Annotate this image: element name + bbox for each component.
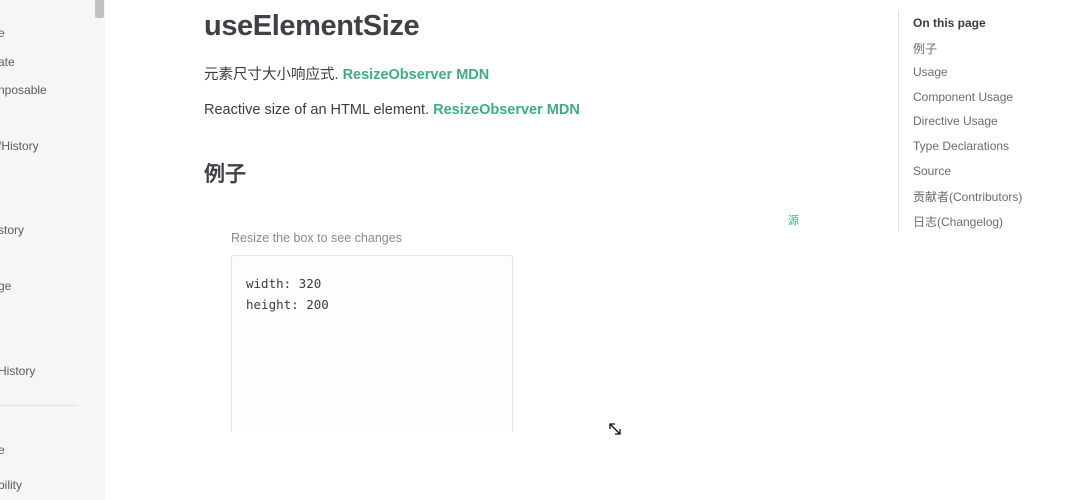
aside-link[interactable]: Usage bbox=[913, 65, 948, 79]
sidebar-divider bbox=[0, 405, 78, 406]
intro-en: Reactive size of an HTML element. Resize… bbox=[204, 102, 580, 118]
sidebar-scrollbar[interactable] bbox=[95, 0, 104, 18]
height-readout: height: 200 bbox=[246, 297, 329, 312]
sidebar-item[interactable]: ate bbox=[0, 55, 15, 69]
aside-link[interactable]: 日志(Changelog) bbox=[913, 213, 1003, 230]
sidebar-item[interactable]: story bbox=[0, 223, 24, 237]
main-content: useElementSize 元素尺寸大小响应式. ResizeObserver… bbox=[105, 0, 895, 500]
aside-link[interactable]: 贡献者(Contributors) bbox=[913, 188, 1022, 205]
sidebar-item[interactable]: e bbox=[0, 26, 5, 40]
aside-link[interactable]: Source bbox=[913, 164, 951, 178]
aside-title: On this page bbox=[913, 16, 986, 30]
aside-link[interactable]: Type Declarations bbox=[913, 139, 1009, 153]
sidebar-item[interactable]: fHistory bbox=[0, 139, 39, 153]
aside-link[interactable]: 例子 bbox=[913, 40, 937, 57]
aside-link[interactable]: Component Usage bbox=[913, 90, 1013, 104]
resize-observer-mdn-link[interactable]: ResizeObserver MDN bbox=[343, 67, 490, 83]
sidebar: e ate nposable fHistory story ge History… bbox=[0, 0, 105, 500]
resize-handle-icon[interactable] bbox=[608, 422, 622, 436]
sidebar-item[interactable]: nposable bbox=[0, 83, 47, 97]
width-readout: width: 320 bbox=[246, 276, 322, 291]
intro-zh: 元素尺寸大小响应式. ResizeObserver MDN bbox=[204, 63, 489, 84]
intro-zh-text: 元素尺寸大小响应式. bbox=[204, 67, 343, 83]
size-readout: width: 320 height: 200 bbox=[246, 273, 329, 315]
section-heading-demo: 例子 bbox=[204, 163, 246, 186]
intro-en-text: Reactive size of an HTML element. bbox=[204, 102, 434, 118]
demo-source-link[interactable]: 源 bbox=[788, 212, 799, 228]
sidebar-item[interactable]: bility bbox=[0, 478, 22, 492]
demo-hint: Resize the box to see changes bbox=[231, 231, 402, 245]
sidebar-item[interactable]: ge bbox=[0, 279, 11, 293]
resize-observer-mdn-link[interactable]: ResizeObserver MDN bbox=[433, 102, 580, 118]
sidebar-item[interactable]: History bbox=[0, 364, 35, 378]
resizable-textarea[interactable]: width: 320 height: 200 bbox=[231, 255, 513, 431]
sidebar-item[interactable]: e bbox=[0, 443, 5, 457]
on-this-page: On this page 例子 Usage Component Usage Di… bbox=[898, 10, 1079, 232]
aside-link[interactable]: Directive Usage bbox=[913, 114, 998, 128]
page-title: useElementSize bbox=[204, 10, 420, 42]
